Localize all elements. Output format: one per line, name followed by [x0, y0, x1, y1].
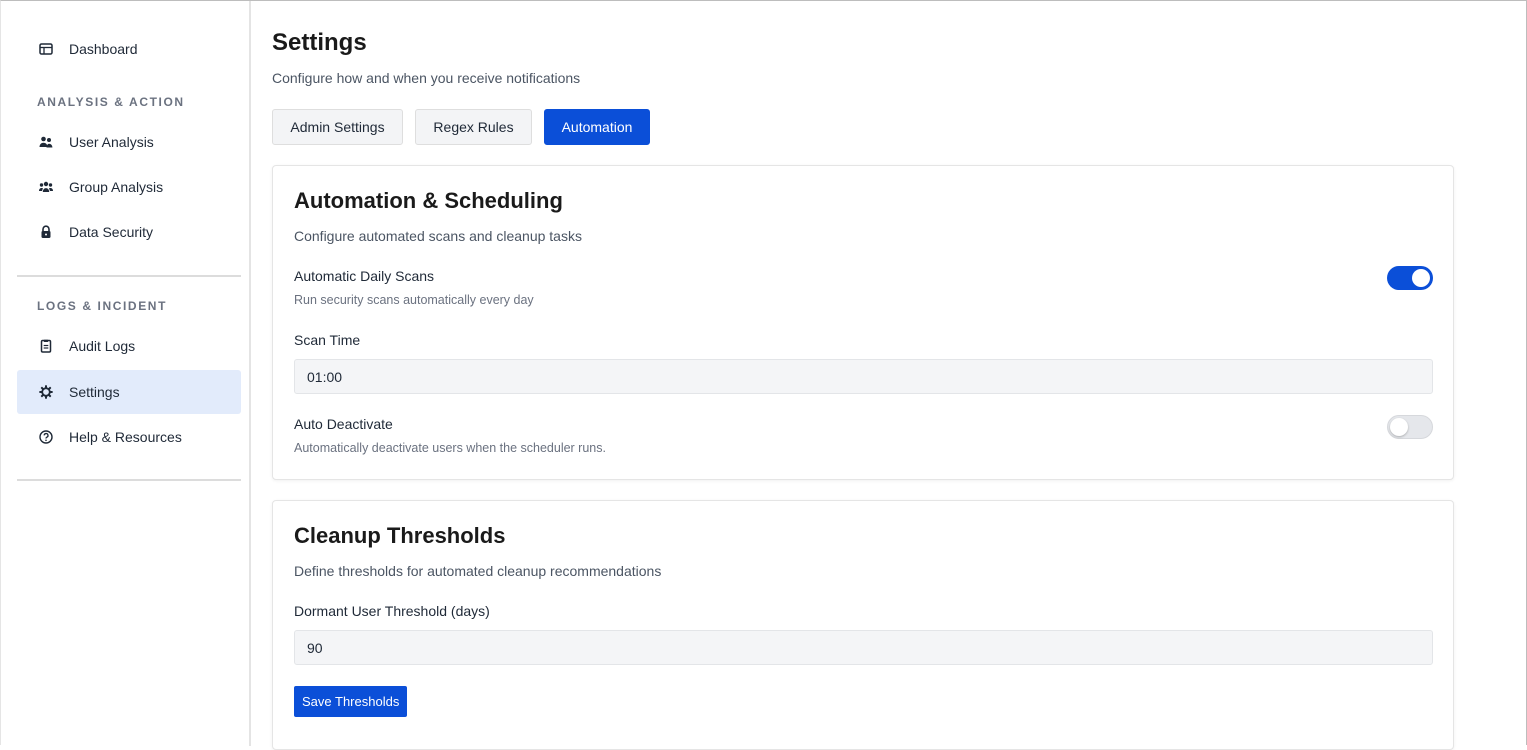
- dashboard-icon: [39, 42, 53, 56]
- sidebar-item-help[interactable]: Help & Resources: [17, 415, 241, 459]
- automation-card: Automation & Scheduling Configure automa…: [272, 165, 1454, 480]
- section-label-analysis: ANALYSIS & ACTION: [37, 95, 185, 109]
- daily-scans-hint: Run security scans automatically every d…: [294, 293, 534, 307]
- app-window: Dashboard ANALYSIS & ACTION User Analysi…: [0, 0, 1527, 750]
- auto-deactivate-toggle[interactable]: [1387, 415, 1433, 439]
- help-circle-icon: [39, 430, 53, 444]
- card-title: Automation & Scheduling: [294, 188, 563, 213]
- toggle-knob: [1390, 418, 1408, 436]
- tab-admin-settings[interactable]: Admin Settings: [272, 109, 403, 145]
- sidebar-divider: [17, 479, 241, 481]
- lock-icon: [39, 225, 53, 239]
- group-icon: [39, 180, 53, 194]
- sidebar-item-label: Dashboard: [69, 41, 138, 57]
- sidebar-item-data-security[interactable]: Data Security: [17, 210, 241, 254]
- tab-automation[interactable]: Automation: [544, 109, 650, 145]
- page-subtitle: Configure how and when you receive notif…: [272, 70, 581, 86]
- sidebar-item-label: Audit Logs: [69, 338, 136, 354]
- save-thresholds-button[interactable]: Save Thresholds: [294, 686, 408, 717]
- cleanup-card: Cleanup Thresholds Define thresholds for…: [272, 500, 1454, 750]
- sidebar-item-label: Group Analysis: [69, 179, 164, 195]
- gear-icon: [39, 385, 53, 399]
- sidebar-item-settings[interactable]: Settings: [17, 370, 241, 414]
- page-title: Settings: [272, 29, 367, 56]
- sidebar-item-label: Data Security: [69, 224, 154, 240]
- sidebar-item-audit-logs[interactable]: Audit Logs: [17, 324, 241, 368]
- daily-scans-toggle[interactable]: [1387, 266, 1433, 290]
- auto-deactivate-label: Auto Deactivate: [294, 416, 393, 432]
- tab-regex-rules[interactable]: Regex Rules: [415, 109, 532, 145]
- sidebar-item-dashboard[interactable]: Dashboard: [17, 27, 241, 71]
- users-icon: [39, 135, 53, 149]
- sidebar-item-label: User Analysis: [69, 134, 154, 150]
- section-label-logs: LOGS & INCIDENT: [37, 299, 168, 313]
- sidebar: Dashboard ANALYSIS & ACTION User Analysi…: [1, 1, 251, 746]
- dormant-threshold-label: Dormant User Threshold (days): [294, 603, 490, 619]
- dormant-threshold-input[interactable]: 90: [294, 630, 1433, 665]
- scan-time-input[interactable]: 01:00: [294, 359, 1433, 394]
- sidebar-item-user-analysis[interactable]: User Analysis: [17, 120, 241, 164]
- card-subtitle: Configure automated scans and cleanup ta…: [294, 228, 582, 244]
- auto-deactivate-hint: Automatically deactivate users when the …: [294, 441, 606, 455]
- sidebar-item-group-analysis[interactable]: Group Analysis: [17, 165, 241, 209]
- card-title: Cleanup Thresholds: [294, 523, 506, 548]
- toggle-knob: [1412, 269, 1430, 287]
- scan-time-label: Scan Time: [294, 332, 361, 348]
- sidebar-item-label: Settings: [69, 384, 120, 400]
- daily-scans-label: Automatic Daily Scans: [294, 268, 435, 284]
- card-subtitle: Define thresholds for automated cleanup …: [294, 563, 662, 579]
- sidebar-divider: [17, 275, 241, 277]
- clipboard-icon: [39, 339, 53, 353]
- sidebar-item-label: Help & Resources: [69, 429, 182, 445]
